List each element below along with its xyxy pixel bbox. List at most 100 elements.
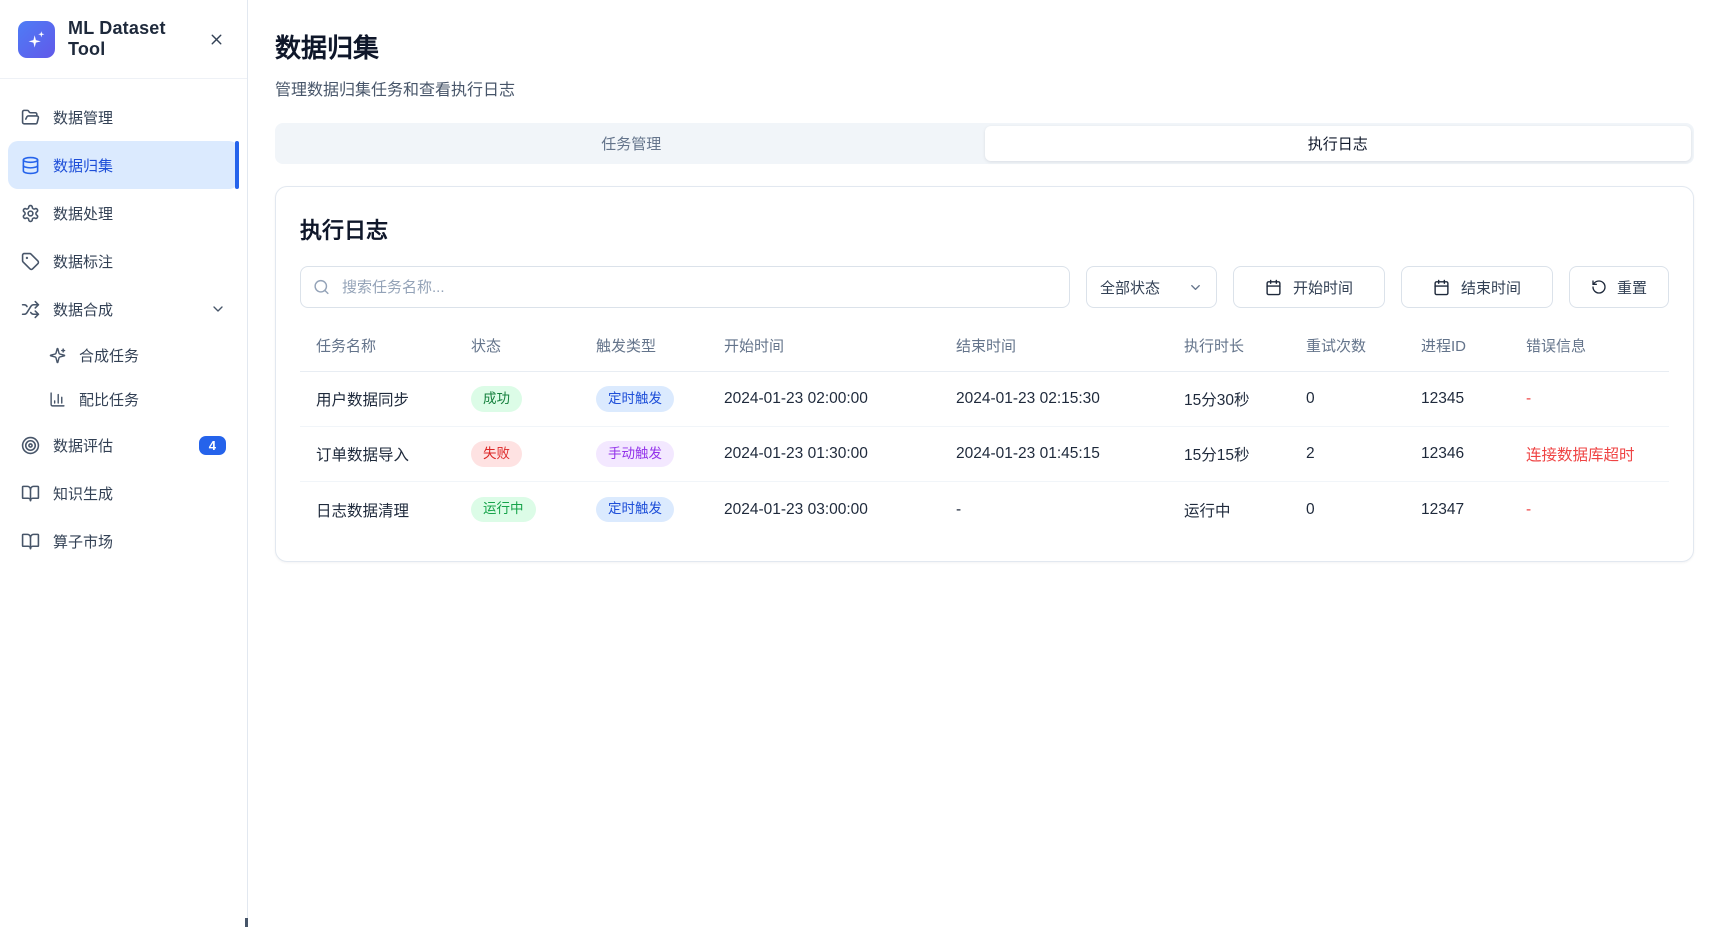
evaluation-count-badge: 4 [199, 436, 226, 455]
sidebar-item-label: 数据处理 [53, 203, 113, 224]
cell-duration: 15分15秒 [1168, 443, 1290, 465]
tab-execution-logs[interactable]: 执行日志 [985, 126, 1692, 161]
book-open-icon [21, 532, 40, 551]
table-header-row: 任务名称 状态 触发类型 开始时间 结束时间 执行时长 重试次数 进程ID 错误… [300, 320, 1669, 372]
cell-end-time: - [940, 501, 1168, 519]
col-header-status: 状态 [455, 335, 580, 356]
sidebar-subitem-synthesis-task[interactable]: 合成任务 [8, 333, 239, 377]
sidebar-item-label: 算子市场 [53, 531, 113, 552]
sidebar-item-data-labeling[interactable]: 数据标注 [8, 237, 239, 285]
sidebar-subitem-ratio-task[interactable]: 配比任务 [8, 377, 239, 421]
sidebar-item-label: 数据评估 [53, 435, 113, 456]
cell-task-name: 订单数据导入 [300, 443, 455, 465]
cell-end-time: 2024-01-23 01:45:15 [940, 445, 1168, 463]
sidebar-item-operator-market[interactable]: 算子市场 [8, 517, 239, 565]
tag-icon [21, 252, 40, 271]
calendar-icon [1433, 279, 1450, 296]
execution-logs-panel: 执行日志 全部状态 开始时间 [275, 186, 1694, 562]
cell-retries: 2 [1290, 445, 1405, 463]
cell-duration: 15分30秒 [1168, 388, 1290, 410]
cell-start-time: 2024-01-23 01:30:00 [708, 445, 940, 463]
app-title: ML Dataset Tool [68, 18, 191, 60]
gear-icon [21, 204, 40, 223]
cell-task-name: 日志数据清理 [300, 499, 455, 521]
sidebar-item-data-collection[interactable]: 数据归集 [8, 141, 239, 189]
close-icon [208, 31, 225, 48]
col-header-duration: 执行时长 [1168, 335, 1290, 356]
logs-table: 任务名称 状态 触发类型 开始时间 结束时间 执行时长 重试次数 进程ID 错误… [300, 320, 1669, 537]
chevron-down-icon [1188, 280, 1203, 295]
search-input[interactable] [300, 266, 1070, 308]
start-time-label: 开始时间 [1293, 277, 1353, 298]
search-icon [313, 279, 330, 296]
reset-button[interactable]: 重置 [1569, 266, 1669, 308]
sidebar-item-data-synthesis[interactable]: 数据合成 [8, 285, 239, 333]
sparkles-icon [49, 347, 66, 364]
sidebar-item-data-management[interactable]: 数据管理 [8, 93, 239, 141]
reset-rotate-icon [1591, 279, 1607, 295]
sidebar-item-label: 知识生成 [53, 483, 113, 504]
active-item-accent-bar [235, 141, 239, 189]
search-field-wrap [300, 266, 1070, 308]
folder-open-icon [21, 108, 40, 127]
sidebar-scrollbar-thumb[interactable] [245, 918, 248, 927]
col-header-end-time: 结束时间 [940, 335, 1168, 356]
col-header-start-time: 开始时间 [708, 335, 940, 356]
sidebar-item-knowledge-generation[interactable]: 知识生成 [8, 469, 239, 517]
shuffle-icon [21, 300, 40, 319]
status-badge: 运行中 [471, 497, 536, 522]
col-header-trigger-type: 触发类型 [580, 335, 708, 356]
end-time-label: 结束时间 [1461, 277, 1521, 298]
cell-task-name: 用户数据同步 [300, 388, 455, 410]
table-row[interactable]: 用户数据同步 成功 定时触发 2024-01-23 02:00:00 2024-… [300, 372, 1669, 427]
sidebar-header: ML Dataset Tool [0, 0, 247, 79]
sidebar-item-label: 数据标注 [53, 251, 113, 272]
sidebar-item-data-processing[interactable]: 数据处理 [8, 189, 239, 237]
app-logo-sparkle-icon [18, 21, 55, 58]
sidebar-item-label: 数据合成 [53, 299, 113, 320]
sidebar-item-label: 合成任务 [79, 345, 139, 366]
cell-error-info: - [1510, 390, 1669, 408]
trigger-badge: 定时触发 [596, 497, 674, 522]
sidebar-item-label: 数据归集 [53, 155, 113, 176]
table-row[interactable]: 日志数据清理 运行中 定时触发 2024-01-23 03:00:00 - 运行… [300, 482, 1669, 537]
reset-label: 重置 [1617, 277, 1647, 298]
sidebar-close-button[interactable] [204, 27, 229, 52]
status-badge: 成功 [471, 386, 522, 411]
page-title: 数据归集 [275, 28, 1694, 65]
trigger-badge: 定时触发 [596, 386, 674, 411]
chevron-down-icon [210, 301, 226, 317]
col-header-error-info: 错误信息 [1510, 335, 1669, 356]
panel-title: 执行日志 [300, 213, 1669, 245]
status-filter-select[interactable]: 全部状态 [1086, 266, 1217, 308]
table-row[interactable]: 订单数据导入 失败 手动触发 2024-01-23 01:30:00 2024-… [300, 427, 1669, 482]
cell-retries: 0 [1290, 390, 1405, 408]
filter-toolbar: 全部状态 开始时间 结束时间 [300, 266, 1669, 308]
col-header-retries: 重试次数 [1290, 335, 1405, 356]
col-header-process-id: 进程ID [1405, 335, 1510, 356]
database-icon [21, 156, 40, 175]
start-time-button[interactable]: 开始时间 [1233, 266, 1385, 308]
page-subtitle: 管理数据归集任务和查看执行日志 [275, 76, 1694, 100]
cell-process-id: 12346 [1405, 445, 1510, 463]
end-time-button[interactable]: 结束时间 [1401, 266, 1553, 308]
calendar-icon [1265, 279, 1282, 296]
cell-error-info: - [1510, 501, 1669, 519]
cell-retries: 0 [1290, 501, 1405, 519]
col-header-task-name: 任务名称 [300, 335, 455, 356]
cell-process-id: 12347 [1405, 501, 1510, 519]
sidebar-item-label: 数据管理 [53, 107, 113, 128]
cell-start-time: 2024-01-23 03:00:00 [708, 501, 940, 519]
sidebar-item-data-evaluation[interactable]: 数据评估 4 [8, 421, 239, 469]
trigger-badge: 手动触发 [596, 441, 674, 466]
tab-bar: 任务管理 执行日志 [275, 123, 1694, 164]
cell-end-time: 2024-01-23 02:15:30 [940, 390, 1168, 408]
bar-chart-icon [49, 391, 66, 408]
cell-duration: 运行中 [1168, 499, 1290, 521]
status-badge: 失败 [471, 441, 522, 466]
tab-task-management[interactable]: 任务管理 [278, 126, 985, 161]
cell-error-info: 连接数据库超时 [1510, 443, 1669, 465]
target-icon [21, 436, 40, 455]
status-filter-value: 全部状态 [1100, 277, 1160, 298]
main-content: 数据归集 管理数据归集任务和查看执行日志 任务管理 执行日志 执行日志 全部状态 [248, 0, 1711, 927]
